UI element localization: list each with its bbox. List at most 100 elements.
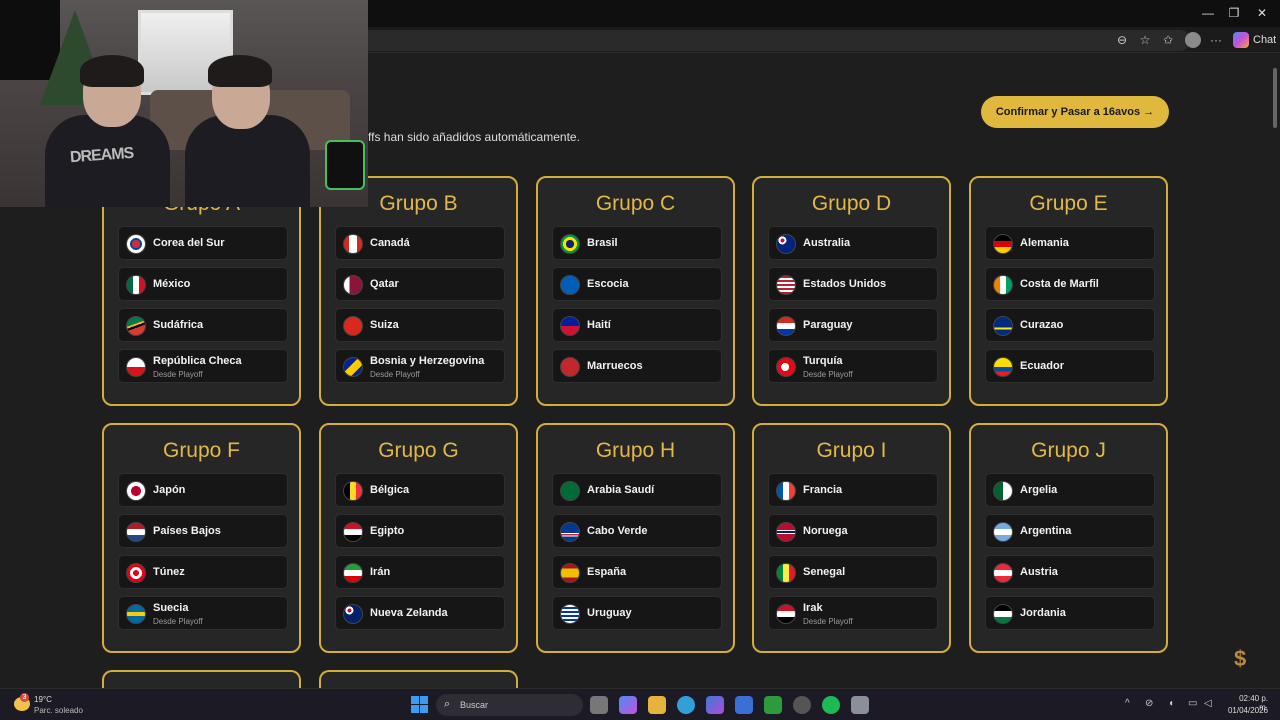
- team-item[interactable]: Irak Desde Playoff: [768, 596, 938, 630]
- team-item[interactable]: Escocia: [552, 267, 722, 301]
- team-origin-note: Desde Playoff: [803, 370, 853, 379]
- team-item[interactable]: México: [118, 267, 288, 301]
- flag-ec-icon: [993, 357, 1013, 377]
- monitor-icon[interactable]: ▭: [1188, 698, 1197, 709]
- team-item[interactable]: República Checa Desde Playoff: [118, 349, 288, 383]
- close-icon[interactable]: ✕: [1247, 4, 1277, 22]
- team-name: Austria: [1020, 566, 1058, 578]
- obs-icon[interactable]: [793, 696, 811, 714]
- profile-avatar[interactable]: [1185, 32, 1201, 48]
- group-card: Grupo F Japón Países Bajos Túnez Suecia Desde…: [102, 423, 301, 653]
- maximize-icon[interactable]: ❐: [1219, 4, 1249, 22]
- team-item[interactable]: Bélgica: [335, 473, 505, 507]
- favorite-star-icon[interactable]: ☆: [1137, 32, 1153, 48]
- team-name: Jordania: [1020, 607, 1066, 619]
- team-item[interactable]: Egipto: [335, 514, 505, 548]
- taskbar-search[interactable]: ⌕ Buscar: [436, 694, 583, 716]
- team-item[interactable]: Costa de Marfil: [985, 267, 1155, 301]
- chat-button-label[interactable]: Chat: [1253, 34, 1276, 46]
- team-item[interactable]: Paraguay: [768, 308, 938, 342]
- page-subtitle: ffs han sido añadidos automáticamente.: [368, 130, 580, 144]
- confirm-button[interactable]: Confirmar y Pasar a 16avos →: [981, 96, 1169, 128]
- copilot-icon[interactable]: [1233, 32, 1249, 48]
- team-item[interactable]: Ecuador: [985, 349, 1155, 383]
- team-item[interactable]: Marruecos: [552, 349, 722, 383]
- team-item[interactable]: Jordania: [985, 596, 1155, 630]
- team-item[interactable]: Bosnia y Herzegovina Desde Playoff: [335, 349, 505, 383]
- team-name: Suiza: [370, 319, 399, 331]
- more-options-icon[interactable]: ···: [1208, 32, 1224, 48]
- file-explorer-icon[interactable]: [648, 696, 666, 714]
- team-item[interactable]: Arabia Saudí: [552, 473, 722, 507]
- favorites-icon[interactable]: ✩: [1160, 32, 1176, 48]
- notifications-off-icon[interactable]: ⊘: [1145, 698, 1153, 709]
- team-item[interactable]: Corea del Sur: [118, 226, 288, 260]
- team-name: España: [587, 566, 627, 578]
- team-name: Bélgica: [370, 484, 410, 496]
- chevron-up-icon[interactable]: ^: [1125, 698, 1130, 709]
- store-icon[interactable]: [735, 696, 753, 714]
- flag-py-icon: [776, 316, 796, 336]
- search-label: Buscar: [460, 700, 489, 710]
- flag-iq-icon: [776, 604, 796, 624]
- xbox-icon[interactable]: [764, 696, 782, 714]
- m365-icon[interactable]: [706, 696, 724, 714]
- team-item[interactable]: Cabo Verde: [552, 514, 722, 548]
- team-item[interactable]: Túnez: [118, 555, 288, 589]
- microphone-icon[interactable]: ◖: [1168, 698, 1174, 709]
- team-item[interactable]: Argentina: [985, 514, 1155, 548]
- team-item[interactable]: Curazao: [985, 308, 1155, 342]
- team-item[interactable]: Estados Unidos: [768, 267, 938, 301]
- team-name: Argentina: [1020, 525, 1072, 537]
- search-icon: ⌕: [444, 698, 451, 710]
- team-item[interactable]: Francia: [768, 473, 938, 507]
- group-card-partial: [319, 670, 518, 688]
- team-item[interactable]: Alemania: [985, 226, 1155, 260]
- clock-date[interactable]: 01/04/2026: [1222, 706, 1268, 715]
- team-item[interactable]: Uruguay: [552, 596, 722, 630]
- team-item[interactable]: Irán: [335, 555, 505, 589]
- windows-start-icon[interactable]: [411, 696, 428, 713]
- task-view-icon[interactable]: [590, 696, 608, 714]
- flag-jp-icon: [126, 481, 146, 501]
- url-field[interactable]: [360, 30, 1190, 51]
- team-item[interactable]: Nueva Zelanda: [335, 596, 505, 630]
- team-name: Estados Unidos: [803, 278, 887, 290]
- team-name: Corea del Sur: [153, 237, 225, 249]
- flag-cz-icon: [126, 357, 146, 377]
- temperature[interactable]: 19°C: [34, 695, 52, 704]
- speaker-icon[interactable]: ◁: [1204, 698, 1212, 709]
- team-item[interactable]: Argelia: [985, 473, 1155, 507]
- team-item[interactable]: España: [552, 555, 722, 589]
- edge-browser-icon[interactable]: [677, 696, 695, 714]
- team-item[interactable]: Australia: [768, 226, 938, 260]
- team-item[interactable]: Japón: [118, 473, 288, 507]
- team-name: Australia: [803, 237, 851, 249]
- team-item[interactable]: Noruega: [768, 514, 938, 548]
- group-card: Grupo H Arabia Saudí Cabo Verde España Urugu…: [536, 423, 735, 653]
- settings-gear-icon[interactable]: [851, 696, 869, 714]
- team-item[interactable]: Brasil: [552, 226, 722, 260]
- copilot-app-icon[interactable]: [619, 696, 637, 714]
- team-item[interactable]: Suiza: [335, 308, 505, 342]
- scrollbar[interactable]: [1270, 54, 1280, 688]
- team-name: Irán: [370, 566, 391, 578]
- team-item[interactable]: Sudáfrica: [118, 308, 288, 342]
- team-item[interactable]: Qatar: [335, 267, 505, 301]
- team-item[interactable]: Canadá: [335, 226, 505, 260]
- flag-ar-icon: [993, 522, 1013, 542]
- team-item[interactable]: Austria: [985, 555, 1155, 589]
- zoom-icon[interactable]: ⊖: [1114, 32, 1130, 48]
- team-name: Irak: [803, 602, 823, 614]
- scrollbar-thumb[interactable]: [1273, 68, 1277, 128]
- team-name: Sudáfrica: [153, 319, 204, 331]
- team-item[interactable]: Suecia Desde Playoff: [118, 596, 288, 630]
- flag-sa-icon: [560, 481, 580, 501]
- flag-za-icon: [126, 316, 146, 336]
- weather-description[interactable]: Parc. soleado: [34, 706, 83, 715]
- spotify-icon[interactable]: [822, 696, 840, 714]
- team-item[interactable]: Senegal: [768, 555, 938, 589]
- team-item[interactable]: Haití: [552, 308, 722, 342]
- team-item[interactable]: Turquía Desde Playoff: [768, 349, 938, 383]
- team-item[interactable]: Países Bajos: [118, 514, 288, 548]
